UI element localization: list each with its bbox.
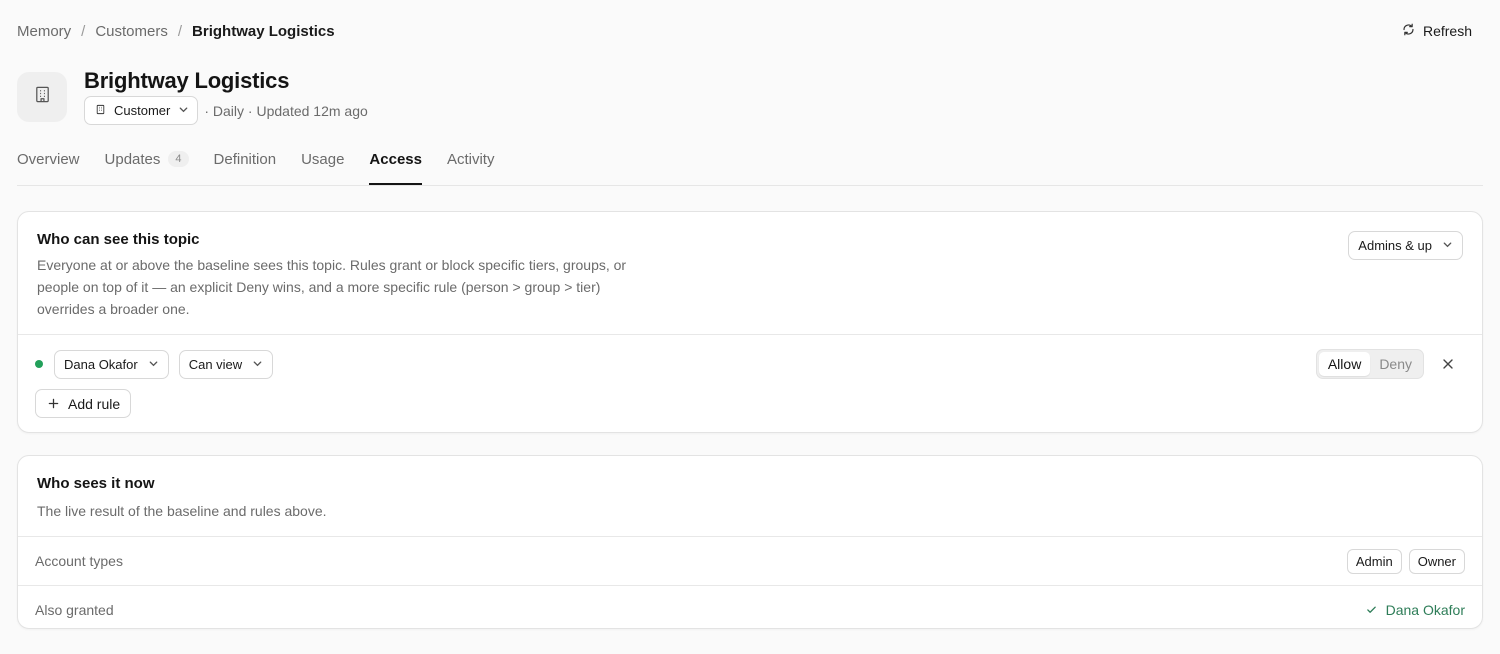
page: Memory / Customers / Brightway Logistics… — [0, 0, 1500, 654]
breadcrumb-customers[interactable]: Customers — [95, 23, 168, 40]
result-title: Who sees it now — [37, 475, 155, 492]
tab-label: Usage — [301, 150, 345, 168]
page-title: Brightway Logistics — [84, 68, 290, 93]
account-type-chip: Owner — [1408, 548, 1465, 574]
chevron-down-icon — [1442, 238, 1453, 253]
access-rule-row: Dana Okafor Can view Allow Deny — [18, 335, 1482, 393]
check-icon — [1366, 602, 1377, 618]
add-rule-label: Add rule — [68, 395, 121, 412]
close-icon[interactable] — [1441, 357, 1455, 371]
account-types-label: Account types — [35, 553, 123, 569]
granted-person: Dana Okafor — [1366, 602, 1465, 618]
deny-button[interactable]: Deny — [1370, 352, 1421, 376]
visibility-card: Who can see this topic Everyone at or ab… — [17, 211, 1483, 433]
chevron-down-icon — [178, 103, 189, 118]
baseline-select[interactable]: Admins & up — [1348, 231, 1463, 260]
refresh-label: Refresh — [1422, 23, 1472, 39]
granted-person-name: Dana Okafor — [1385, 602, 1465, 618]
breadcrumb-memory[interactable]: Memory — [17, 23, 71, 40]
tab-definition[interactable]: Definition — [214, 141, 277, 185]
tab-label: Activity — [446, 150, 495, 168]
building-icon — [95, 103, 106, 118]
chevron-down-icon — [252, 357, 263, 372]
account-type-chip: Admin — [1346, 548, 1402, 574]
breadcrumb-current: Brightway Logistics — [192, 22, 335, 40]
rule-subject-label: Dana Okafor — [64, 356, 138, 372]
breadcrumb: Memory / Customers / Brightway Logistics — [17, 23, 335, 40]
tab-activity[interactable]: Activity — [447, 141, 495, 185]
plus-icon — [48, 396, 59, 412]
refresh-icon — [1402, 23, 1415, 39]
rule-permission-select[interactable]: Can view — [178, 349, 274, 379]
result-description: The live result of the baseline and rule… — [37, 503, 327, 519]
breadcrumb-separator: / — [177, 22, 183, 40]
tab-usage[interactable]: Usage — [301, 141, 344, 185]
also-granted-label: Also granted — [35, 602, 114, 618]
tab-label: Definition — [213, 150, 277, 168]
tab-label: Overview — [17, 150, 80, 168]
rule-permission-label: Can view — [188, 356, 243, 372]
refresh-button[interactable]: Refresh — [1402, 23, 1472, 39]
also-granted-row: Also granted Dana Okafor — [18, 586, 1482, 634]
tab-access[interactable]: Access — [369, 141, 422, 185]
tab-label: Access — [369, 150, 422, 168]
type-select-label: Customer — [114, 103, 171, 118]
baseline-select-label: Admins & up — [1358, 238, 1432, 253]
add-rule-button[interactable]: Add rule — [35, 389, 132, 418]
page-header: Brightway Logistics Customer · Daily · U… — [17, 62, 1483, 142]
allow-button[interactable]: Allow — [1318, 352, 1371, 376]
visibility-title: Who can see this topic — [37, 231, 200, 248]
account-types-row: Account types Admin Owner — [18, 537, 1482, 585]
rule-status-dot — [35, 360, 43, 368]
avatar — [17, 72, 67, 122]
tab-updates[interactable]: Updates 4 — [105, 141, 189, 185]
type-select[interactable]: Customer — [84, 96, 199, 125]
rule-subject-select[interactable]: Dana Okafor — [54, 349, 169, 379]
tab-overview[interactable]: Overview — [17, 141, 80, 185]
result-card: Who sees it now The live result of the b… — [17, 455, 1483, 629]
allow-deny-toggle: Allow Deny — [1315, 349, 1424, 379]
chevron-down-icon — [148, 357, 159, 372]
tab-label: Updates — [104, 150, 161, 168]
top-bar: Memory / Customers / Brightway Logistics… — [17, 0, 1483, 62]
updates-count-badge: 4 — [168, 151, 189, 167]
building-icon — [33, 85, 52, 109]
account-type-chips: Admin Owner — [1346, 548, 1465, 574]
breadcrumb-separator: / — [81, 22, 86, 40]
visibility-description: Everyone at or above the baseline sees t… — [37, 257, 627, 317]
tab-bar: Overview Updates 4 Definition Usage Acce… — [17, 142, 1483, 186]
update-meta: · Daily · Updated 12m ago — [204, 102, 368, 119]
